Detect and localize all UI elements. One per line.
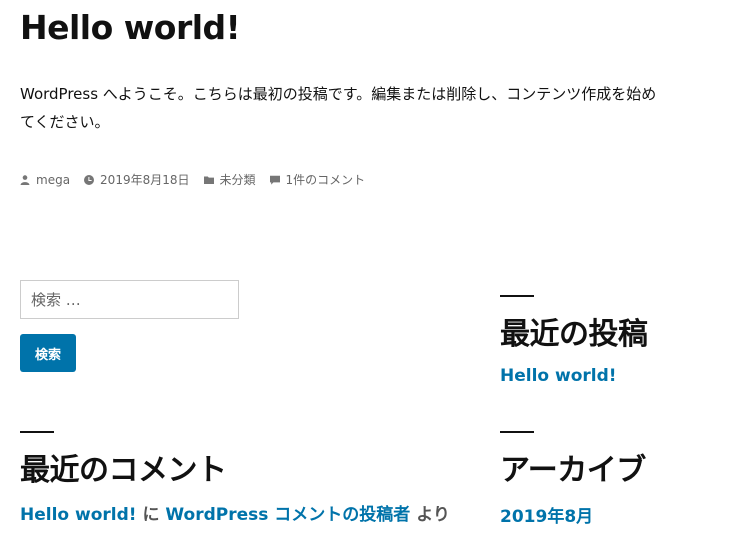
person-icon [20,174,30,185]
archive-link[interactable]: 2019年8月 [500,502,593,527]
comment-bubble-icon [269,175,280,185]
meta-category: 未分類 [203,171,256,188]
meta-author: mega [20,173,70,187]
comment-post-link[interactable]: Hello world! [20,505,137,525]
date-link[interactable]: 2019年8月18日 [100,171,189,188]
comment-joiner: に [142,505,160,525]
recent-comment-item: Hello world! に WordPress コメントの投稿者 より [20,500,450,525]
recent-posts-title: 最近の投稿 [500,317,648,352]
post-content: WordPress へようこそ。こちらは最初の投稿です。編集または削除し、コンテ… [20,85,657,131]
page: Hello world! WordPress へようこそ。こちらは最初の投稿です… [0,0,730,533]
clock-icon [84,174,95,185]
category-link[interactable]: 未分類 [220,171,256,188]
post-title[interactable]: Hello world! [20,8,241,47]
author-link[interactable]: mega [36,173,70,187]
comments-link[interactable]: 1件のコメント [286,171,366,188]
comment-author-link[interactable]: WordPress コメントの投稿者 [165,505,410,525]
comment-suffix: より [416,505,450,525]
meta-comments: 1件のコメント [269,171,366,188]
search-button[interactable]: 検索 [20,334,76,372]
meta-date: 2019年8月18日 [84,171,190,188]
recent-comments-rule [20,431,54,433]
entry-meta: mega 2019年8月18日 未分類 1件のコメント [20,171,379,188]
recent-post-link[interactable]: Hello world! [500,366,617,386]
recent-comments-title: 最近のコメント [20,453,227,488]
search-input[interactable] [20,280,239,319]
archives-title: アーカイブ [500,453,646,488]
archives-rule [500,431,534,433]
recent-posts-rule [500,295,534,297]
folder-icon [203,176,214,184]
